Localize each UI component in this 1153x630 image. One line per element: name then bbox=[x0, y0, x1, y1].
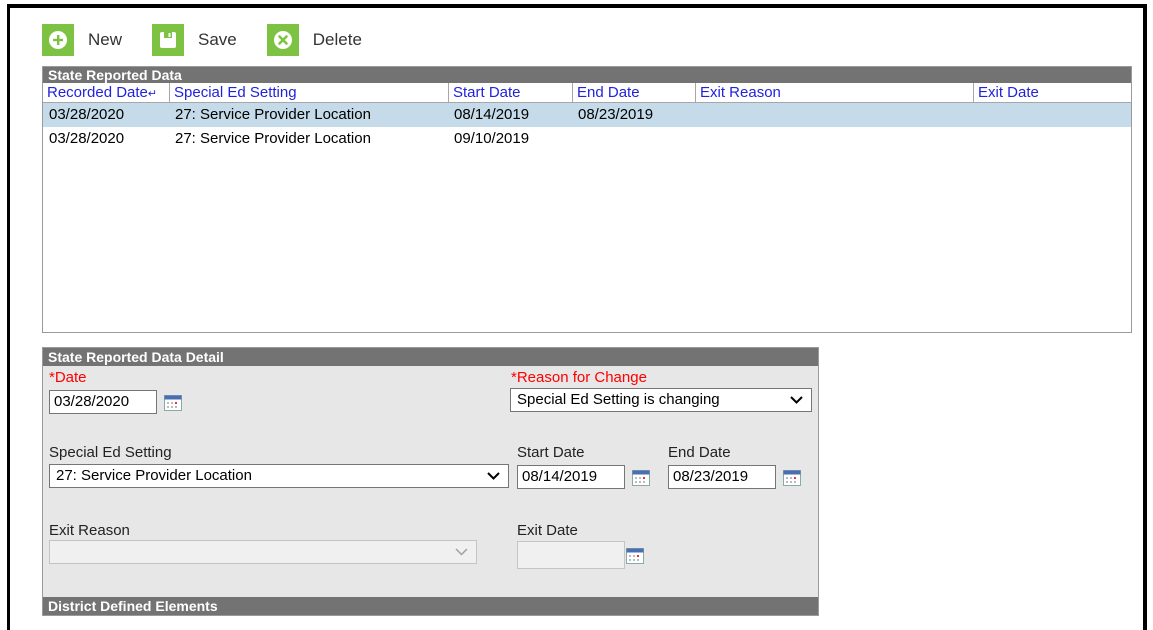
toolbar: New Save Delete bbox=[42, 22, 392, 58]
chevron-down-icon bbox=[790, 396, 803, 404]
special-ed-setting-value: 27: Service Provider Location bbox=[56, 467, 252, 484]
exit-date-label: Exit Date bbox=[517, 522, 578, 539]
cell-end-date bbox=[574, 127, 578, 151]
district-defined-elements-header[interactable]: District Defined Elements bbox=[43, 597, 818, 615]
cell-special-ed-setting: 27: Service Provider Location bbox=[175, 130, 371, 147]
plus-icon bbox=[42, 24, 74, 56]
column-header-special-ed-setting[interactable]: Special Ed Setting bbox=[170, 83, 449, 102]
exit-date-input[interactable] bbox=[517, 541, 625, 569]
cell-exit-reason bbox=[697, 103, 701, 127]
sort-indicator-icon: ↵ bbox=[147, 88, 158, 100]
delete-button[interactable]: Delete bbox=[266, 24, 362, 56]
cell-exit-reason bbox=[697, 127, 701, 151]
floppy-disk-icon bbox=[152, 24, 185, 56]
end-date-input[interactable]: 08/23/2019 bbox=[668, 465, 776, 489]
column-header-label: Special Ed Setting bbox=[174, 84, 297, 101]
special-ed-setting-select[interactable]: 27: Service Provider Location bbox=[49, 464, 509, 488]
table-row[interactable]: 03/28/2020 27: Service Provider Location… bbox=[43, 103, 1131, 127]
calendar-icon[interactable] bbox=[164, 395, 182, 411]
save-button[interactable]: Save bbox=[152, 24, 237, 56]
start-date-input[interactable]: 08/14/2019 bbox=[517, 465, 625, 489]
column-header-label: Recorded Date bbox=[47, 84, 148, 101]
calendar-icon[interactable] bbox=[632, 470, 650, 486]
start-date-label: Start Date bbox=[517, 444, 585, 461]
window-frame-left bbox=[7, 4, 10, 630]
delete-button-label: Delete bbox=[312, 30, 362, 49]
exit-reason-label: Exit Reason bbox=[49, 522, 130, 539]
save-button-label: Save bbox=[198, 30, 237, 49]
cell-exit-date bbox=[975, 127, 979, 151]
chevron-down-icon bbox=[487, 472, 500, 480]
calendar-icon[interactable] bbox=[626, 548, 644, 564]
state-reported-data-detail: State Reported Data Detail *Date 03/28/2… bbox=[42, 347, 819, 616]
date-label: *Date bbox=[49, 369, 87, 386]
window-frame-right bbox=[1143, 4, 1147, 630]
reason-for-change-select[interactable]: Special Ed Setting is changing bbox=[510, 388, 812, 412]
special-ed-setting-label: Special Ed Setting bbox=[49, 444, 172, 461]
close-circle-icon bbox=[266, 24, 299, 56]
date-input[interactable]: 03/28/2020 bbox=[49, 390, 157, 414]
cell-special-ed-setting: 27: Service Provider Location bbox=[175, 106, 371, 123]
exit-reason-select[interactable] bbox=[49, 540, 477, 564]
grid-title: State Reported Data bbox=[43, 67, 1131, 83]
column-header-label: End Date bbox=[577, 84, 640, 101]
cell-start-date: 08/14/2019 bbox=[454, 106, 530, 123]
column-header-recorded-date[interactable]: Recorded Date↵ bbox=[43, 83, 170, 102]
table-row[interactable]: 03/28/2020 27: Service Provider Location… bbox=[43, 127, 1131, 151]
column-header-label: Start Date bbox=[453, 84, 521, 101]
reason-for-change-value: Special Ed Setting is changing bbox=[517, 391, 720, 408]
new-button-label: New bbox=[88, 30, 123, 49]
cell-end-date: 08/23/2019 bbox=[578, 106, 654, 123]
new-button[interactable]: New bbox=[42, 24, 122, 56]
cell-start-date: 09/10/2019 bbox=[454, 130, 530, 147]
end-date-label: End Date bbox=[668, 444, 731, 461]
calendar-icon[interactable] bbox=[783, 470, 801, 486]
column-header-label: Exit Reason bbox=[700, 84, 781, 101]
state-reported-data-grid: State Reported Data Recorded Date↵ Speci… bbox=[42, 66, 1132, 333]
chevron-down-icon bbox=[455, 548, 468, 556]
column-header-end-date[interactable]: End Date bbox=[573, 83, 696, 102]
reason-for-change-label: *Reason for Change bbox=[511, 369, 647, 386]
window-frame-top bbox=[7, 4, 1147, 8]
column-header-label: Exit Date bbox=[978, 84, 1039, 101]
cell-recorded-date: 03/28/2020 bbox=[49, 130, 125, 147]
column-header-exit-reason[interactable]: Exit Reason bbox=[696, 83, 974, 102]
detail-title: State Reported Data Detail bbox=[43, 348, 818, 366]
cell-recorded-date: 03/28/2020 bbox=[49, 106, 125, 123]
cell-exit-date bbox=[975, 103, 979, 127]
grid-header-row: Recorded Date↵ Special Ed Setting Start … bbox=[43, 83, 1131, 103]
column-header-start-date[interactable]: Start Date bbox=[449, 83, 573, 102]
column-header-exit-date[interactable]: Exit Date bbox=[974, 83, 1131, 102]
